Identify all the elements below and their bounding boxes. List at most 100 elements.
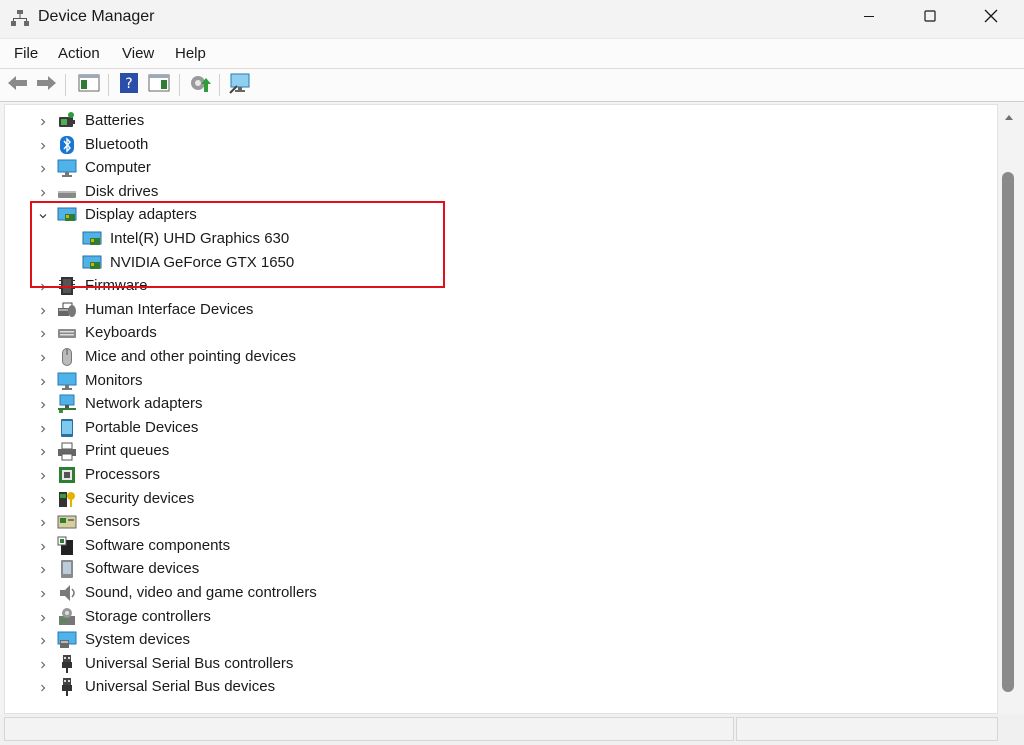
- chevron-right-icon[interactable]: [37, 352, 49, 364]
- system-device-icon: [57, 630, 77, 650]
- tree-category[interactable]: Portable Devices: [5, 417, 995, 440]
- chevron-right-icon[interactable]: [37, 163, 49, 175]
- chevron-right-icon[interactable]: [37, 564, 49, 576]
- chevron-right-icon[interactable]: [37, 281, 49, 293]
- tree-item-label: Intel(R) UHD Graphics 630: [110, 230, 290, 247]
- printer-icon: [57, 441, 77, 461]
- scan-hardware-button[interactable]: [229, 73, 253, 97]
- sound-icon: [57, 583, 77, 603]
- forward-arrow-icon: [35, 75, 57, 96]
- tree-item-label: System devices: [85, 631, 191, 649]
- window-title: Device Manager: [38, 8, 155, 25]
- chevron-right-icon[interactable]: [37, 682, 49, 694]
- tree-item-label: Firmware: [85, 277, 148, 295]
- tree-item-label: Portable Devices: [85, 418, 199, 436]
- show-hide-tree-button[interactable]: [77, 73, 101, 97]
- chevron-right-icon[interactable]: [37, 328, 49, 340]
- software-component-icon: [57, 536, 77, 556]
- tree-category[interactable]: Keyboards: [5, 322, 995, 345]
- chevron-right-icon[interactable]: [37, 446, 49, 458]
- tree-category[interactable]: Bluetooth: [5, 134, 995, 157]
- chevron-right-icon[interactable]: [37, 612, 49, 624]
- tree-category[interactable]: Sound, video and game controllers: [5, 582, 995, 605]
- tree-category[interactable]: Storage controllers: [5, 606, 995, 629]
- minimize-icon: [863, 9, 875, 27]
- menu-action[interactable]: Action: [58, 45, 100, 62]
- chevron-right-icon[interactable]: [37, 376, 49, 388]
- console-tree-button[interactable]: [147, 73, 171, 97]
- chevron-right-icon[interactable]: [37, 187, 49, 199]
- scrollbar-thumb[interactable]: [1002, 172, 1014, 692]
- tree-category[interactable]: Computer: [5, 157, 995, 180]
- tree-category[interactable]: Software components: [5, 535, 995, 558]
- tree-item-label: Universal Serial Bus controllers: [85, 654, 294, 672]
- chevron-right-icon[interactable]: [37, 399, 49, 411]
- tree-category[interactable]: Display adapters: [5, 204, 995, 227]
- chevron-right-icon[interactable]: [37, 517, 49, 529]
- chevron-right-icon[interactable]: [37, 659, 49, 671]
- toolbar-separator: [108, 74, 109, 96]
- sensor-icon: [57, 512, 77, 532]
- tree-item-label: Computer: [85, 159, 151, 177]
- toolbar: ?: [0, 68, 1024, 102]
- tree-category[interactable]: Firmware: [5, 275, 995, 298]
- forward-button[interactable]: [34, 73, 58, 97]
- tree-item-label: Monitors: [85, 371, 143, 389]
- tree-item-label: Network adapters: [85, 395, 203, 413]
- tree-category[interactable]: Security devices: [5, 488, 995, 511]
- software-device-icon: [57, 559, 77, 579]
- tree-category[interactable]: Human Interface Devices: [5, 299, 995, 322]
- mouse-icon: [57, 347, 77, 367]
- toolbar-separator: [219, 74, 220, 96]
- tree-category[interactable]: Sensors: [5, 511, 995, 534]
- tree-category[interactable]: Universal Serial Bus devices: [5, 676, 995, 699]
- menu-help[interactable]: Help: [175, 45, 206, 62]
- tree-category[interactable]: Universal Serial Bus controllers: [5, 653, 995, 676]
- update-driver-button[interactable]: [188, 73, 212, 97]
- chevron-right-icon[interactable]: [37, 470, 49, 482]
- properties-pane-icon: [78, 73, 100, 98]
- chevron-right-icon[interactable]: [37, 140, 49, 152]
- tree-item-label: Sensors: [85, 513, 141, 531]
- tree-category[interactable]: Print queues: [5, 440, 995, 463]
- tree-device[interactable]: NVIDIA GeForce GTX 1650: [5, 252, 995, 275]
- chevron-right-icon[interactable]: [37, 541, 49, 553]
- chevron-right-icon[interactable]: [37, 588, 49, 600]
- tree-category[interactable]: Software devices: [5, 558, 995, 581]
- svg-text:?: ?: [125, 76, 132, 92]
- update-driver-icon: [189, 72, 211, 99]
- chevron-right-icon[interactable]: [37, 494, 49, 506]
- tree-category[interactable]: Batteries: [5, 110, 995, 133]
- close-button[interactable]: [960, 0, 1022, 36]
- chevron-right-icon[interactable]: [37, 305, 49, 317]
- tree-item-label: Universal Serial Bus devices: [85, 678, 276, 696]
- menu-view[interactable]: View: [122, 45, 154, 62]
- computer-icon: [57, 158, 77, 178]
- tree-category[interactable]: Network adapters: [5, 393, 995, 416]
- title-bar: Device Manager: [0, 0, 1024, 38]
- chevron-down-icon[interactable]: [37, 210, 49, 222]
- help-button[interactable]: ?: [117, 72, 141, 99]
- console-tree-icon: [148, 73, 170, 98]
- tree-category[interactable]: Mice and other pointing devices: [5, 346, 995, 369]
- tree-category[interactable]: Monitors: [5, 370, 995, 393]
- status-pane: [4, 717, 734, 741]
- chevron-right-icon[interactable]: [37, 635, 49, 647]
- help-icon: ?: [119, 72, 139, 99]
- back-button[interactable]: [6, 73, 30, 97]
- battery-icon: [57, 111, 77, 131]
- scroll-up-arrow-icon[interactable]: [1004, 108, 1014, 126]
- menu-bar: File Action View Help: [0, 38, 1024, 68]
- tree-category[interactable]: Disk drives: [5, 181, 995, 204]
- tree-category[interactable]: Processors: [5, 464, 995, 487]
- tree-device[interactable]: Intel(R) UHD Graphics 630: [5, 228, 995, 251]
- maximize-button[interactable]: [899, 0, 961, 36]
- tree-category[interactable]: System devices: [5, 629, 995, 652]
- menu-file[interactable]: File: [14, 45, 38, 62]
- vertical-scrollbar[interactable]: [998, 104, 1020, 714]
- device-tree[interactable]: Batteries Bluetooth Computer Disk drives Dis…: [4, 104, 998, 714]
- chevron-right-icon[interactable]: [37, 423, 49, 435]
- chevron-right-icon[interactable]: [37, 116, 49, 128]
- status-bar: [0, 714, 1024, 745]
- minimize-button[interactable]: [838, 0, 900, 36]
